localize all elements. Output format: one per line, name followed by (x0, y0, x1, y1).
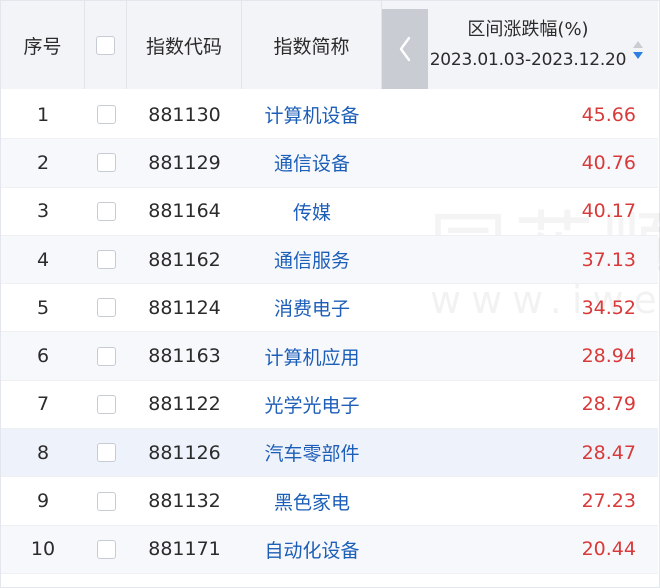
row-seq: 1 (36, 103, 50, 126)
range-header-text[interactable]: 区间涨跌幅(%) 2023.01.03-2023.12.20 (428, 1, 628, 89)
row-name-link[interactable]: 汽车零部件 (242, 429, 382, 476)
row-code: 881126 (148, 441, 221, 464)
row-name-link[interactable]: 通信设备 (242, 139, 382, 186)
row-seq: 4 (36, 248, 50, 271)
row-change-value: 28.79 (581, 393, 636, 416)
row-checkbox-cell[interactable] (85, 429, 127, 476)
row-seq: 3 (36, 200, 50, 223)
range-dates: 2023.01.03-2023.12.20 (429, 50, 627, 70)
row-checkbox[interactable] (96, 346, 116, 366)
row-name-link[interactable]: 通信服务 (242, 236, 382, 283)
table-row[interactable]: 6 881163 计算机应用 28.94 (1, 332, 658, 381)
row-name-link[interactable]: 传媒 (242, 188, 382, 235)
row-name-link[interactable]: 自动化设备 (242, 526, 382, 573)
row-checkbox-cell[interactable] (85, 139, 127, 186)
row-code: 881122 (148, 393, 221, 416)
table-header: 序号 指数代码 指数简称 区间涨跌幅(%) 2023.01.03-2023.12… (1, 1, 658, 89)
table-row[interactable]: 9 881132 黑色家电 27.23 (1, 477, 658, 526)
row-checkbox[interactable] (96, 298, 116, 318)
table-row[interactable]: 1 881130 计算机设备 45.66 (1, 91, 658, 140)
row-checkbox-cell[interactable] (85, 381, 127, 428)
range-title: 区间涨跌幅(%) (467, 19, 589, 40)
row-checkbox-cell[interactable] (85, 477, 127, 524)
header-select-all[interactable] (85, 1, 127, 89)
row-checkbox[interactable] (96, 491, 116, 511)
chevron-left-icon (399, 36, 411, 62)
row-seq: 7 (36, 393, 50, 416)
header-code[interactable]: 指数代码 (127, 1, 242, 89)
row-name-link[interactable]: 计算机设备 (242, 91, 382, 138)
row-change-value: 45.66 (581, 103, 636, 126)
row-change-value: 20.44 (581, 538, 636, 561)
row-change-value: 27.23 (581, 490, 636, 513)
table-row[interactable]: 8 881126 汽车零部件 28.47 (1, 429, 658, 478)
row-checkbox[interactable] (96, 394, 116, 414)
row-change-value: 34.52 (581, 296, 636, 319)
row-seq: 2 (36, 151, 50, 174)
row-code: 881132 (148, 490, 221, 513)
row-seq: 5 (36, 296, 50, 319)
row-checkbox[interactable] (96, 539, 116, 559)
row-checkbox-cell[interactable] (85, 526, 127, 573)
row-code: 881124 (148, 296, 221, 319)
row-seq: 8 (36, 441, 50, 464)
row-name-link[interactable]: 黑色家电 (242, 477, 382, 524)
row-code: 881163 (148, 345, 221, 368)
row-change-value: 40.76 (581, 151, 636, 174)
table-row[interactable]: 4 881162 通信服务 37.13 (1, 235, 658, 285)
row-code: 881130 (148, 103, 221, 126)
row-checkbox-cell[interactable] (85, 91, 127, 138)
row-change-value: 40.17 (581, 200, 636, 223)
header-seq[interactable]: 序号 (1, 1, 85, 89)
header-name[interactable]: 指数简称 (242, 1, 382, 89)
row-checkbox-cell[interactable] (85, 332, 127, 379)
row-change-value: 37.13 (581, 248, 636, 271)
table-row[interactable]: 3 881164 传媒 40.17 (1, 188, 658, 236)
row-change-value: 28.94 (581, 345, 636, 368)
row-checkbox[interactable] (96, 201, 116, 221)
header-range[interactable]: 区间涨跌幅(%) 2023.01.03-2023.12.20 (382, 1, 658, 89)
row-name-link[interactable]: 光学光电子 (242, 381, 382, 428)
row-code: 881164 (148, 200, 221, 223)
table-row[interactable]: 10 881171 自动化设备 20.44 (1, 525, 658, 574)
row-code: 881162 (148, 248, 221, 271)
row-name-link[interactable]: 计算机应用 (242, 332, 382, 379)
table-row[interactable]: 2 881129 通信设备 40.76 (1, 139, 658, 188)
row-checkbox[interactable] (96, 105, 116, 125)
select-all-checkbox[interactable] (96, 35, 115, 55)
row-seq: 6 (36, 345, 50, 368)
row-name-link[interactable]: 消费电子 (242, 284, 382, 331)
sort-icon[interactable] (632, 39, 644, 61)
prev-column-button[interactable] (382, 9, 428, 89)
table-row[interactable]: 5 881124 消费电子 34.52 (1, 284, 658, 333)
table-body: 1 881130 计算机设备 45.66 2 881129 通信设备 40.76 3 881164… (1, 91, 658, 574)
row-checkbox-cell[interactable] (85, 284, 127, 331)
row-checkbox[interactable] (96, 153, 116, 173)
row-seq: 9 (36, 490, 50, 513)
row-checkbox[interactable] (96, 443, 116, 463)
row-code: 881171 (148, 538, 221, 561)
row-checkbox[interactable] (96, 250, 116, 270)
row-checkbox-cell[interactable] (85, 236, 127, 283)
table-row[interactable]: 7 881122 光学光电子 28.79 (1, 381, 658, 430)
row-change-value: 28.47 (581, 441, 636, 464)
row-code: 881129 (148, 151, 221, 174)
row-seq: 10 (30, 538, 56, 561)
row-checkbox-cell[interactable] (85, 188, 127, 235)
